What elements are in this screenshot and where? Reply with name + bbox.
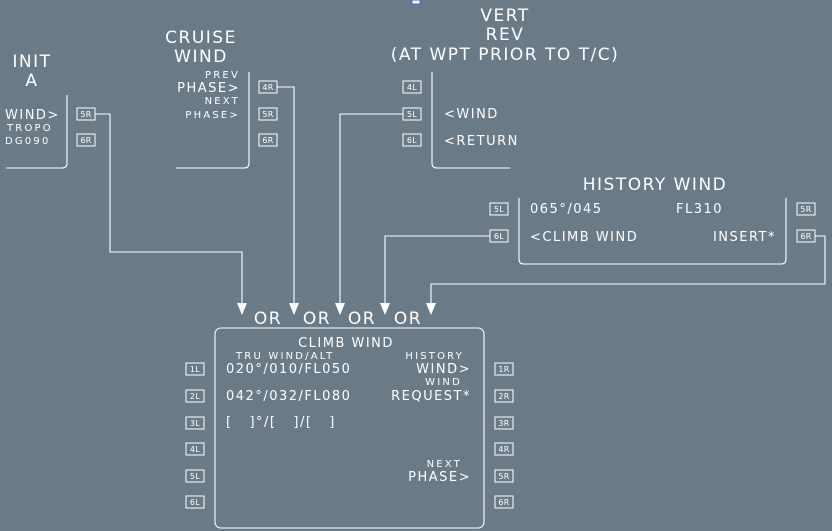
cruise-wind-page: CRUISE WIND PREV PHASE> NEXT PHASE> 4R 5…	[165, 28, 278, 169]
climb-wind-key-6l[interactable]: 6L	[185, 495, 205, 509]
vert-rev-key-4l-label: 4L	[407, 83, 417, 92]
climb-wind-page-access-diagram: INIT A WIND> TROPO DG090 5R 6R CRUISE WI…	[5, 0, 826, 529]
climb-wind-next-phase-prompt[interactable]: PHASE>	[408, 470, 471, 485]
init-a-key-6r[interactable]: 6R	[76, 133, 96, 147]
climb-wind-key-3r[interactable]: 3R	[494, 416, 514, 430]
vert-rev-key-4l[interactable]: 4L	[402, 80, 422, 94]
history-wind-fl-value: FL310	[676, 202, 723, 217]
vert-rev-key-6l[interactable]: 6L	[402, 133, 422, 147]
climb-wind-row1-value[interactable]: 020°/010/FL050	[226, 362, 351, 377]
history-wind-key-6l-label: 6L	[494, 232, 504, 241]
cruise-wind-prev-label: PREV	[205, 70, 240, 81]
climb-wind-row3-entry[interactable]: [ ]°/[ ]/[ ]	[226, 415, 336, 430]
history-wind-key-5l-label: 5L	[494, 205, 504, 214]
climb-wind-key-6l-label: 6L	[190, 498, 200, 507]
climb-wind-key-5l[interactable]: 5L	[185, 469, 205, 483]
cruise-wind-key-4r-label: 4R	[262, 83, 273, 92]
climb-wind-key-2r-label: 2R	[498, 392, 509, 401]
history-wind-climb-wind-prompt[interactable]: <CLIMB WIND	[530, 230, 638, 245]
or-label-4: OR	[394, 309, 422, 329]
history-wind-insert-prompt[interactable]: INSERT*	[713, 230, 776, 245]
vert-rev-title-line2: REV	[486, 25, 525, 45]
top-marker	[411, 0, 421, 5]
init-a-key-5r[interactable]: 5R	[76, 107, 96, 121]
cruise-wind-title-line2: WIND	[174, 47, 228, 67]
climb-wind-history-label: HISTORY	[405, 351, 464, 362]
history-wind-key-6r-label: 6R	[800, 232, 811, 241]
vert-rev-title-line1: VERT	[480, 6, 529, 26]
climb-wind-key-1l[interactable]: 1L	[185, 362, 205, 376]
or-label-2: OR	[303, 309, 331, 329]
climb-wind-history-wind-prompt[interactable]: WIND>	[416, 362, 471, 377]
vert-rev-page: VERT REV (AT WPT PRIOR TO T/C) <WIND <RE…	[391, 6, 620, 169]
init-a-tropo-value: DG090	[5, 136, 51, 147]
climb-wind-page: CLIMB WIND TRU WIND/ALT HISTORY 020°/010…	[185, 327, 514, 529]
init-a-page: INIT A WIND> TROPO DG090 5R 6R	[5, 52, 96, 169]
init-a-key-6r-label: 6R	[80, 136, 91, 145]
arrow-from-init-a-5r	[95, 113, 247, 315]
cruise-wind-key-5r[interactable]: 5R	[258, 107, 278, 121]
climb-wind-left-keys: 1L 2L 3L 4L 5L 6L	[185, 362, 205, 509]
cruise-wind-next-phase[interactable]: PHASE>	[185, 110, 240, 121]
init-a-wind-prompt[interactable]: WIND>	[5, 108, 60, 123]
climb-wind-key-4r[interactable]: 4R	[494, 442, 514, 456]
arrow-from-history-wind-6r	[426, 235, 826, 315]
climb-wind-key-3l[interactable]: 3L	[185, 416, 205, 430]
climb-wind-wind-label: WIND	[425, 377, 462, 388]
arrow-from-cruise-wind-4r	[277, 86, 299, 315]
climb-wind-right-keys: 1R 2R 3R 4R 5R 6R	[494, 362, 514, 509]
climb-wind-next-label: NEXT	[427, 459, 462, 470]
vert-rev-return-prompt[interactable]: <RETURN	[444, 134, 519, 149]
arrow-from-history-wind-6l	[380, 235, 490, 315]
climb-wind-key-4l[interactable]: 4L	[185, 442, 205, 456]
climb-wind-key-2r[interactable]: 2R	[494, 389, 514, 403]
cruise-wind-prev-phase[interactable]: PHASE>	[177, 81, 240, 96]
climb-wind-key-5l-label: 5L	[190, 472, 200, 481]
init-a-key-5r-label: 5R	[80, 110, 91, 119]
cruise-wind-key-4r[interactable]: 4R	[258, 80, 278, 94]
climb-wind-key-1r[interactable]: 1R	[494, 362, 514, 376]
climb-wind-title: CLIMB WIND	[298, 336, 394, 351]
climb-wind-key-5r-label: 5R	[498, 472, 509, 481]
climb-wind-key-2l-label: 2L	[190, 392, 200, 401]
climb-wind-key-3r-label: 3R	[498, 419, 509, 428]
climb-wind-key-6r[interactable]: 6R	[494, 495, 514, 509]
history-wind-value: 065°/045	[530, 202, 603, 217]
or-label-3: OR	[348, 309, 376, 329]
climb-wind-request-prompt[interactable]: REQUEST*	[391, 389, 471, 404]
history-wind-title: HISTORY WIND	[583, 175, 728, 195]
history-wind-key-6r[interactable]: 6R	[796, 229, 816, 243]
climb-wind-key-2l[interactable]: 2L	[185, 389, 205, 403]
vert-rev-key-5l-label: 5L	[407, 110, 417, 119]
vert-rev-key-6l-label: 6L	[407, 136, 417, 145]
history-wind-key-5l[interactable]: 5L	[489, 202, 509, 216]
vert-rev-title-line3: (AT WPT PRIOR TO T/C)	[391, 45, 620, 65]
init-a-title-line2: A	[25, 71, 38, 91]
cruise-wind-next-label: NEXT	[205, 96, 240, 107]
history-wind-key-5r[interactable]: 5R	[796, 202, 816, 216]
climb-wind-key-1r-label: 1R	[498, 365, 509, 374]
climb-wind-row2-value[interactable]: 042°/032/FL080	[226, 389, 351, 404]
cruise-wind-title-line1: CRUISE	[165, 28, 237, 48]
climb-wind-key-5r[interactable]: 5R	[494, 469, 514, 483]
climb-wind-key-4r-label: 4R	[498, 445, 509, 454]
climb-wind-key-4l-label: 4L	[190, 445, 200, 454]
climb-wind-column-header: TRU WIND/ALT	[235, 351, 335, 362]
climb-wind-key-1l-label: 1L	[190, 365, 200, 374]
or-label-1: OR	[254, 309, 282, 329]
init-a-tropo-label: TROPO	[6, 123, 53, 134]
vert-rev-wind-prompt[interactable]: <WIND	[444, 107, 499, 122]
climb-wind-key-3l-label: 3L	[190, 419, 200, 428]
vert-rev-key-5l[interactable]: 5L	[402, 107, 422, 121]
cruise-wind-key-6r-label: 6R	[262, 136, 273, 145]
init-a-title-line1: INIT	[12, 52, 51, 72]
cruise-wind-key-5r-label: 5R	[262, 110, 273, 119]
cruise-wind-key-6r[interactable]: 6R	[258, 133, 278, 147]
climb-wind-key-6r-label: 6R	[498, 498, 509, 507]
arrow-from-vert-rev-5l	[335, 113, 403, 315]
history-wind-page: HISTORY WIND 065°/045 FL310 <CLIMB WIND …	[489, 175, 816, 265]
history-wind-key-6l[interactable]: 6L	[489, 229, 509, 243]
history-wind-key-5r-label: 5R	[800, 205, 811, 214]
